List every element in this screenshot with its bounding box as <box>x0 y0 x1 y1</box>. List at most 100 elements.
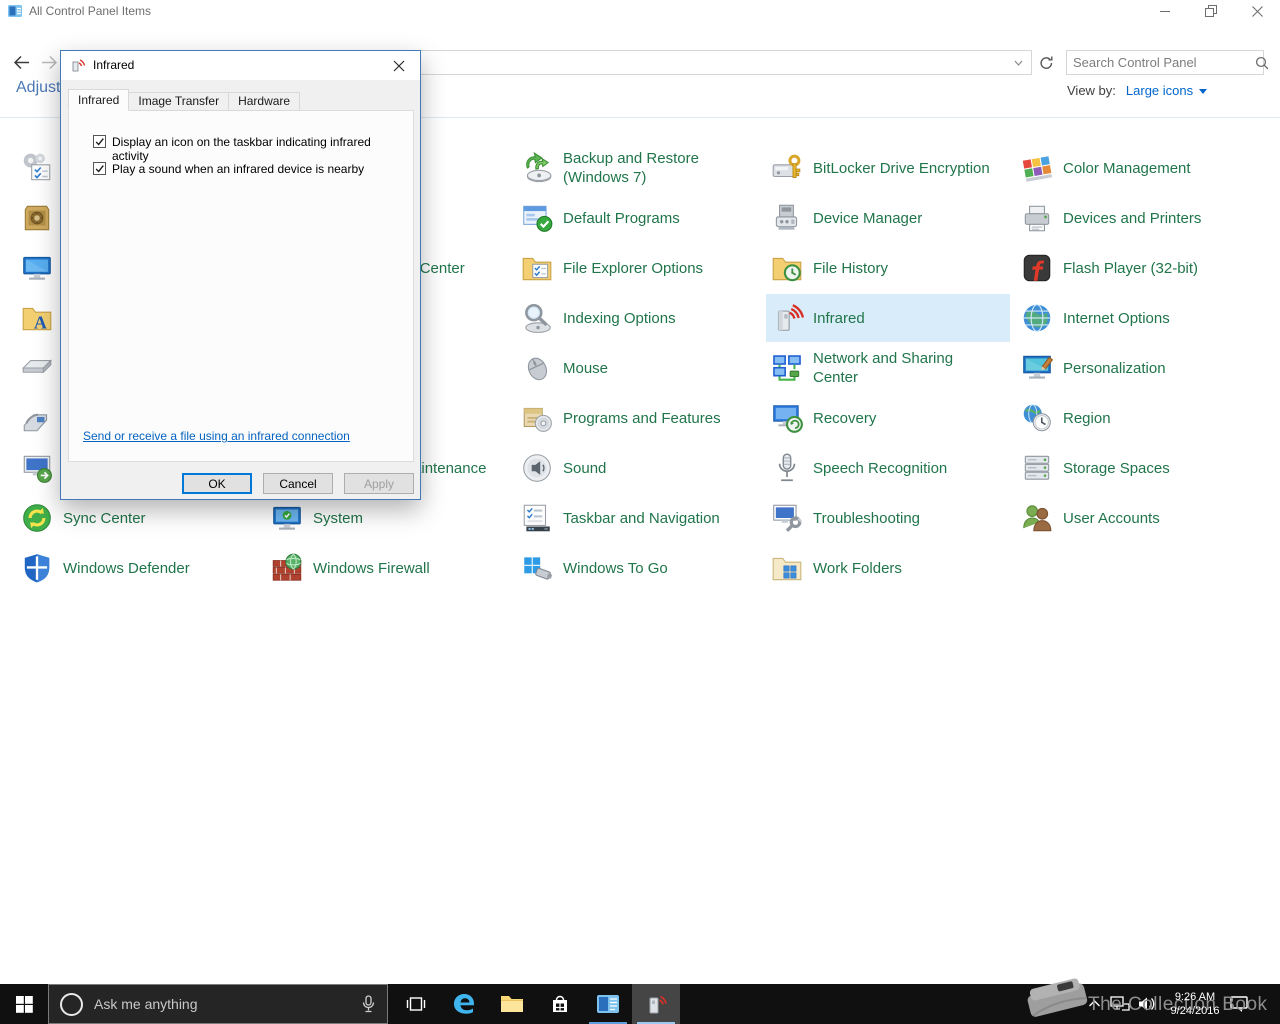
cp-item-label: Windows To Go <box>563 559 668 578</box>
cp-item-user-accounts[interactable]: User Accounts <box>1016 494 1260 542</box>
cp-item-label: Troubleshooting <box>813 509 920 528</box>
apply-button[interactable]: Apply <box>344 473 414 494</box>
device-manager-icon <box>770 201 804 235</box>
cp-item-label: Windows Firewall <box>313 559 430 578</box>
cp-item-bitlocker[interactable]: BitLocker Drive Encryption <box>766 144 1010 192</box>
cp-item-system[interactable]: System <box>266 494 510 542</box>
cp-item-device-manager[interactable]: Device Manager <box>766 194 1010 242</box>
cp-item-color-management[interactable]: Color Management <box>1016 144 1260 192</box>
taskbar-navigation-icon <box>520 501 554 535</box>
cp-item-windows-defender[interactable]: Windows Defender <box>16 544 260 592</box>
clock-date: 9/24/2016 <box>1163 1004 1227 1018</box>
control-panel-taskbar-icon[interactable] <box>584 984 632 1024</box>
cp-item-label: Infrared <box>813 309 865 328</box>
dialog-tabs: Infrared Image Transfer Hardware <box>68 89 299 111</box>
cp-item-work-folders[interactable]: Work Folders <box>766 544 1010 592</box>
tab-hardware[interactable]: Hardware <box>228 92 300 111</box>
tab-infrared[interactable]: Infrared <box>68 89 129 111</box>
cp-item-devices-printers[interactable]: Devices and Printers <box>1016 194 1260 242</box>
cp-item-label: Mouse <box>563 359 608 378</box>
tab-image-transfer[interactable]: Image Transfer <box>128 92 229 111</box>
cp-item-troubleshooting[interactable]: Troubleshooting <box>766 494 1010 542</box>
task-view-button[interactable] <box>392 984 440 1024</box>
edge-browser-icon[interactable] <box>440 984 488 1024</box>
checkbox-display-icon[interactable] <box>93 135 106 148</box>
cp-item-speech-recognition[interactable]: Speech Recognition <box>766 444 1010 492</box>
cp-item-taskbar-navigation[interactable]: Taskbar and Navigation <box>516 494 760 542</box>
fonts-icon: A <box>20 301 54 335</box>
network-sharing-icon <box>770 351 804 385</box>
checkbox-play-sound[interactable] <box>93 162 106 175</box>
color-management-icon <box>1020 151 1054 185</box>
infrared-taskbar-icon[interactable] <box>632 984 680 1024</box>
cp-item-label: Sound <box>563 459 606 478</box>
sync-center-icon <box>20 501 54 535</box>
cp-item-label: Internet Options <box>1063 309 1170 328</box>
cp-item-region[interactable]: Region <box>1016 394 1260 442</box>
cp-item-personalization[interactable]: Personalization <box>1016 344 1260 392</box>
dialog-title: Infrared <box>93 51 134 80</box>
cp-item-network-sharing[interactable]: Network and SharingCenter <box>766 344 1010 392</box>
cp-item-internet-options[interactable]: Internet Options <box>1016 294 1260 342</box>
cancel-button[interactable]: Cancel <box>263 473 333 494</box>
phone-modem-icon <box>20 401 54 435</box>
cp-item-label: Default Programs <box>563 209 680 228</box>
cp-item-backup-restore[interactable]: Backup and Restore(Windows 7) <box>516 144 760 192</box>
cp-item-label: Programs and Features <box>563 409 721 428</box>
user-accounts-icon <box>1020 501 1054 535</box>
taskbar-clock[interactable]: 9:26 AM 9/24/2016 <box>1163 990 1227 1018</box>
file-explorer-icon[interactable] <box>488 984 536 1024</box>
apply-button-label: Apply <box>364 477 394 491</box>
checkbox-display-icon-row: Display an icon on the taskbar indicatin… <box>93 135 393 163</box>
cp-item-windows-firewall[interactable]: Windows Firewall <box>266 544 510 592</box>
credential-manager-icon <box>20 201 54 235</box>
cp-item-recovery[interactable]: Recovery <box>766 394 1010 442</box>
cp-item-flash-player[interactable]: Flash Player (32-bit) <box>1016 244 1260 292</box>
cp-item-sync-center[interactable]: Sync Center <box>16 494 260 542</box>
cortana-search-box[interactable]: Ask me anything <box>48 984 388 1024</box>
cp-item-label: Storage Spaces <box>1063 459 1170 478</box>
send-receive-file-link[interactable]: Send or receive a file using an infrared… <box>83 429 350 443</box>
system-icon <box>270 501 304 535</box>
store-icon[interactable] <box>536 984 584 1024</box>
infrared-dialog-icon <box>70 57 86 73</box>
cp-item-indexing-options[interactable]: Indexing Options <box>516 294 760 342</box>
storage-spaces-icon <box>1020 451 1054 485</box>
cp-item-label: Windows Defender <box>63 559 190 578</box>
bitlocker-icon <box>770 151 804 185</box>
start-button[interactable] <box>0 984 48 1024</box>
cp-item-sound[interactable]: Sound <box>516 444 760 492</box>
cp-item-label: Flash Player (32-bit) <box>1063 259 1198 278</box>
checkbox-display-icon-label: Display an icon on the taskbar indicatin… <box>112 135 393 163</box>
dialog-titlebar: Infrared <box>61 51 420 80</box>
personalization-icon <box>1020 351 1054 385</box>
cp-item-file-history[interactable]: File History <box>766 244 1010 292</box>
troubleshooting-icon <box>770 501 804 535</box>
default-programs-icon <box>520 201 554 235</box>
cp-item-windows-to-go[interactable]: Windows To Go <box>516 544 760 592</box>
cp-item-label: Personalization <box>1063 359 1166 378</box>
file-explorer-options-icon <box>520 251 554 285</box>
cancel-button-label: Cancel <box>279 477 316 491</box>
dialog-close-icon[interactable] <box>378 51 420 80</box>
cp-item-programs-features[interactable]: Programs and Features <box>516 394 760 442</box>
cp-item-label: User Accounts <box>1063 509 1160 528</box>
cp-item-label: Backup and Restore(Windows 7) <box>563 149 699 187</box>
speech-recognition-icon <box>770 451 804 485</box>
cp-item-infrared[interactable]: Infrared <box>766 294 1010 342</box>
display-icon <box>20 251 54 285</box>
cp-item-storage-spaces[interactable]: Storage Spaces <box>1016 444 1260 492</box>
cp-item-label: Speech Recognition <box>813 459 947 478</box>
sound-icon <box>520 451 554 485</box>
ok-button[interactable]: OK <box>182 473 252 494</box>
cp-item-label: Indexing Options <box>563 309 676 328</box>
cp-item-file-explorer-options[interactable]: File Explorer Options <box>516 244 760 292</box>
cp-item-label: File Explorer Options <box>563 259 703 278</box>
devices-printers-icon <box>1020 201 1054 235</box>
microphone-icon[interactable] <box>360 995 377 1013</box>
infrared-icon <box>770 301 804 335</box>
cp-item-mouse[interactable]: Mouse <box>516 344 760 392</box>
work-folders-icon <box>770 551 804 585</box>
cp-item-label: System <box>313 509 363 528</box>
cp-item-default-programs[interactable]: Default Programs <box>516 194 760 242</box>
